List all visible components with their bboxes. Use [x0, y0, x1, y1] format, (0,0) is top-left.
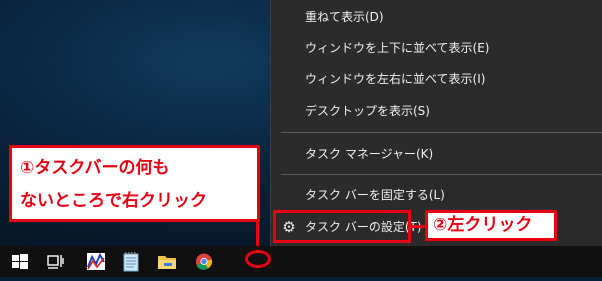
file-explorer-icon[interactable] [147, 246, 187, 277]
callout-text-line2: ないところで右クリック [20, 191, 207, 211]
menu-item-label: ウィンドウを左右に並べて表示(I) [305, 72, 486, 86]
menu-item-label: タスク バーを固定する(L) [305, 188, 445, 202]
callout-right-click: ①タスクバーの何も ないところで右クリック [9, 145, 260, 222]
windows-start-icon[interactable] [0, 246, 40, 277]
notepad-icon[interactable] [111, 246, 151, 277]
menu-item-lock-taskbar[interactable]: タスク バーを固定する(L) [271, 180, 602, 210]
menu-item-task-manager[interactable]: タスク マネージャー(K) [271, 139, 602, 169]
settings-highlight-box [273, 210, 411, 243]
callout-left-click: ②左クリック [425, 210, 557, 241]
menu-item-label: ウィンドウを上下に並べて表示(E) [305, 41, 490, 55]
menu-separator [281, 132, 602, 133]
menu-item-show-desktop[interactable]: デスクトップを表示(S) [271, 96, 602, 126]
menu-item-side-by-side[interactable]: ウィンドウを左右に並べて表示(I) [271, 64, 602, 94]
right-click-target-circle [245, 250, 271, 268]
callout-connector [411, 225, 425, 228]
menu-item-label: タスク マネージャー(K) [305, 147, 434, 161]
menu-item-label: 重ねて表示(D) [305, 10, 384, 24]
menu-item-stack-vertically[interactable]: ウィンドウを上下に並べて表示(E) [271, 33, 602, 63]
callout-text: ②左クリック [433, 215, 533, 235]
taskbar[interactable] [0, 246, 602, 277]
menu-item-cascade[interactable]: 重ねて表示(D) [271, 2, 602, 32]
callout-text-line1: ①タスクバーの何も [20, 158, 170, 178]
menu-separator [281, 174, 602, 175]
app-graph-icon[interactable] [76, 246, 116, 277]
chrome-icon[interactable] [184, 246, 224, 277]
task-view-icon[interactable] [36, 246, 76, 277]
menu-item-label: デスクトップを表示(S) [305, 104, 430, 118]
